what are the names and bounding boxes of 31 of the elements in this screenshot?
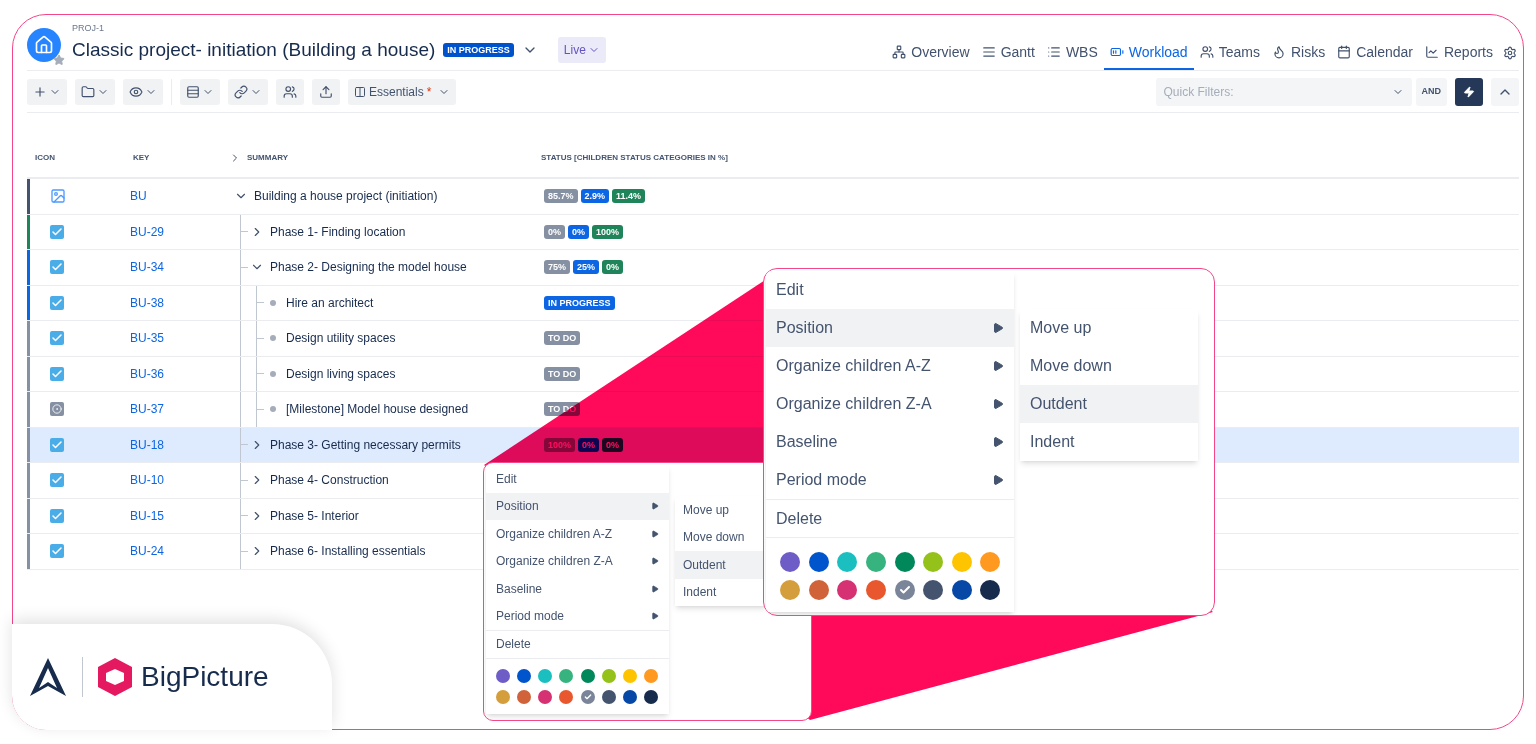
column-header: SUMMARY	[247, 152, 290, 164]
status-badge: 2.9%	[580, 189, 610, 204]
status-badge: 11.4%	[612, 189, 646, 204]
summary-text: Phase 3- Getting necessary permits	[270, 436, 461, 454]
column-header: STATUS [CHILDREN STATUS CATEGORIES IN %]	[541, 152, 728, 164]
summary-text: Phase 6- Installing essentials	[270, 543, 426, 561]
column-header: KEY	[133, 152, 151, 164]
summary-text: Design utility spaces	[286, 330, 396, 348]
summary-text: [Milestone] Model house designed	[286, 401, 469, 419]
status-badge: 0%	[602, 260, 624, 275]
status-badge: 85.7%	[544, 189, 578, 204]
summary-text: Phase 4- Construction	[270, 472, 389, 490]
brand-name: BigPicture	[141, 660, 269, 694]
summary-text: Design living spaces	[286, 365, 396, 383]
summary-text: Phase 5- Interior	[270, 507, 359, 525]
status-badge: IN PROGRESS	[443, 42, 514, 57]
status-badge: 0%	[568, 224, 590, 239]
column-header: ICON	[34, 152, 56, 164]
summary-text: Phase 2- Designing the model house	[270, 259, 467, 277]
summary-text: Building a house project (initiation)	[254, 188, 438, 206]
status-badge: 75%	[544, 260, 570, 275]
status-badge: TO DO	[544, 366, 581, 381]
status-badge: IN PROGRESS	[544, 295, 615, 310]
status-badge: 0%	[544, 224, 565, 239]
summary-text: Hire an architect	[286, 294, 374, 312]
status-badge: TO DO	[544, 331, 581, 346]
project-key: PROJ-1	[72, 22, 606, 36]
status-badge: 25%	[573, 260, 600, 275]
summary-text: Phase 1- Finding location	[270, 223, 406, 241]
status-badge: 100%	[592, 224, 624, 239]
project-title: Classic project- initiation (Building a house)	[72, 37, 436, 62]
